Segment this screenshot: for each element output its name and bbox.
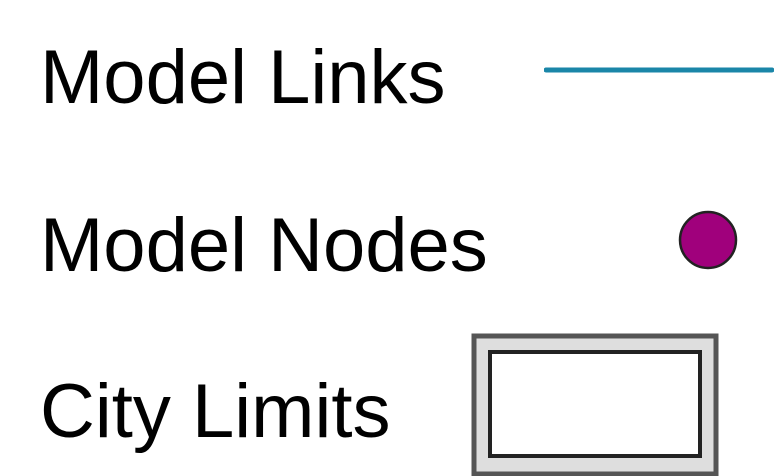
map-legend: Model Links Model Nodes City Limits: [0, 0, 784, 476]
city-limits-boundary-symbol: [471, 333, 719, 476]
legend-label-model-links: Model Links: [40, 35, 446, 120]
model-nodes-circle-symbol: [678, 210, 738, 270]
model-links-line-symbol: [544, 67, 774, 73]
city-limits-inner-border: [488, 350, 702, 458]
legend-label-city-limits: City Limits: [40, 369, 391, 454]
legend-label-model-nodes: Model Nodes: [40, 203, 488, 288]
model-nodes-circle: [678, 210, 738, 270]
